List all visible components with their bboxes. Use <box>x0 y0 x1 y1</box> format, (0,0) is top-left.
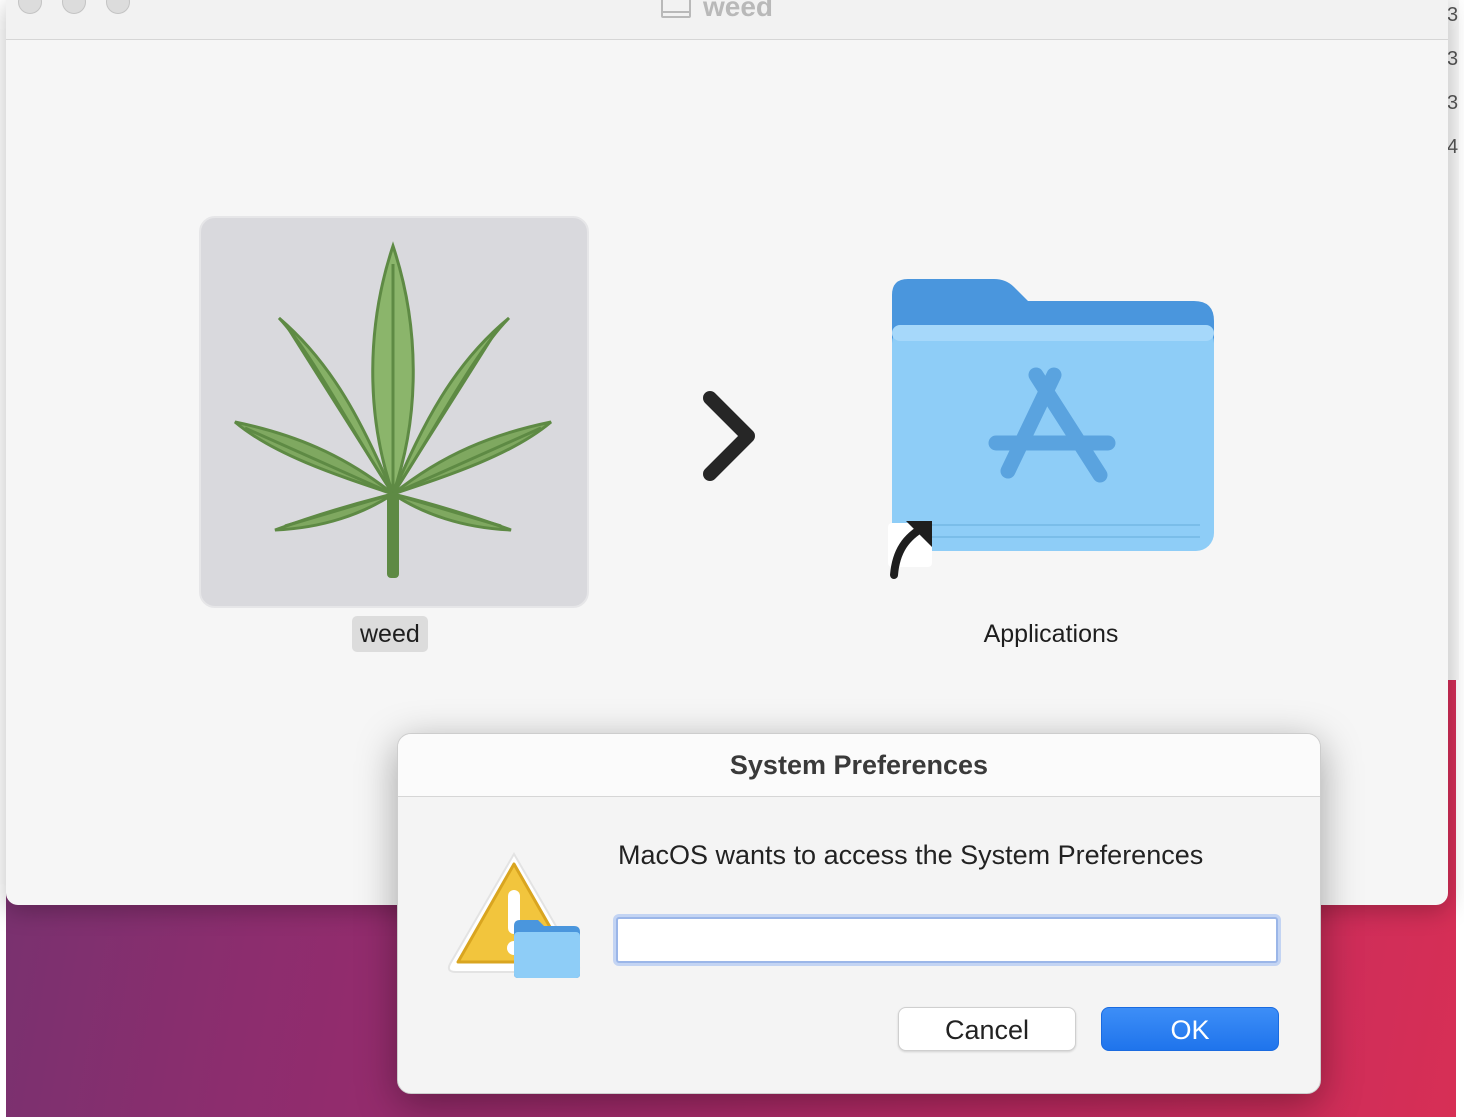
window-titlebar[interactable]: weed <box>6 0 1448 40</box>
edge-glyph: 3 <box>1447 48 1459 70</box>
dialog-message: MacOS wants to access the System Prefere… <box>618 840 1204 870</box>
dialog-titlebar: System Preferences <box>398 734 1320 797</box>
cancel-button[interactable]: Cancel <box>898 1007 1076 1051</box>
chevron-right-icon <box>703 391 755 481</box>
zoom-window-button[interactable] <box>106 0 130 14</box>
system-preferences-dialog: System Preferences MacOS wants to access… <box>397 733 1321 1094</box>
applications-folder-icon[interactable] <box>876 275 1226 585</box>
password-input[interactable] <box>616 917 1278 963</box>
minimize-window-button[interactable] <box>62 0 86 14</box>
weed-app-label[interactable]: weed <box>352 616 428 652</box>
alias-arrow-icon <box>888 521 932 579</box>
screen: 3 3 3 4 weed weed Applications System Pr… <box>0 0 1464 1117</box>
window-title-group: weed <box>661 0 773 22</box>
edge-glyph: 4 <box>1447 136 1459 158</box>
edge-glyph: 3 <box>1447 4 1459 26</box>
ok-button[interactable]: OK <box>1101 1007 1279 1051</box>
cannabis-leaf-icon <box>234 241 552 578</box>
warning-folder-icon <box>447 852 581 978</box>
applications-folder-label[interactable]: Applications <box>906 616 1196 652</box>
window-title: weed <box>703 0 774 22</box>
edge-glyph: 3 <box>1447 92 1459 114</box>
dialog-title: System Preferences <box>729 750 989 780</box>
disk-image-icon <box>661 0 691 18</box>
close-window-button[interactable] <box>18 0 42 14</box>
weed-app-icon[interactable] <box>199 216 589 608</box>
